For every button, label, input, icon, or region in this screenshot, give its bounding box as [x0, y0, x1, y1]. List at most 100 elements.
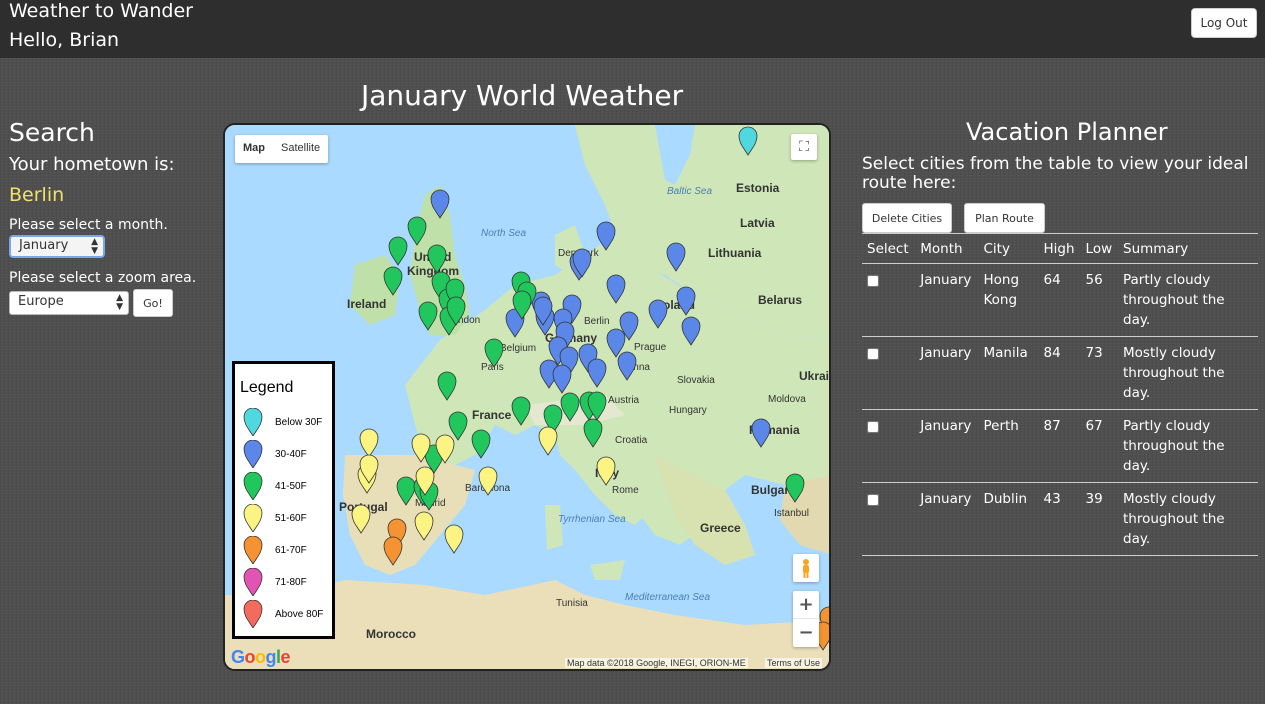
legend-item-label: Below 30F: [275, 417, 323, 428]
weather-marker[interactable]: [359, 428, 379, 458]
weather-marker[interactable]: [751, 418, 771, 448]
cell-city: Manila: [978, 336, 1039, 410]
top-navbar: Weather to Wander Hello, Brian Log Out: [0, 0, 1265, 58]
weather-marker[interactable]: [606, 274, 626, 304]
legend-item-label: 41-50F: [275, 481, 307, 492]
weather-marker[interactable]: [785, 473, 805, 503]
map-pin-icon: [243, 440, 263, 468]
cell-high: 84: [1038, 336, 1081, 410]
weather-marker[interactable]: [478, 466, 498, 496]
weather-marker[interactable]: [617, 351, 637, 381]
weather-marker[interactable]: [396, 476, 416, 506]
weather-map[interactable]: Baltic Sea North Sea Tyrrhenian Sea Medi…: [223, 123, 831, 671]
weather-marker[interactable]: [596, 456, 616, 486]
cell-high: 64: [1038, 263, 1081, 337]
legend-item-label: 71-80F: [275, 577, 307, 588]
map-pin-icon: [243, 472, 263, 500]
cell-month: January: [915, 336, 979, 410]
cell-high: 43: [1038, 482, 1081, 556]
map-pin-icon: [243, 600, 263, 628]
legend-item-label: 30-40F: [275, 449, 307, 460]
weather-marker[interactable]: [471, 429, 491, 459]
map-pin-icon: [243, 568, 263, 596]
map-attribution: Map data ©2018 Google, INEGI, ORION-ME: [565, 658, 748, 668]
cell-month: January: [915, 409, 979, 483]
cell-low: 39: [1080, 482, 1118, 556]
weather-marker[interactable]: [738, 126, 758, 156]
delete-cities-button[interactable]: Delete Cities: [862, 203, 952, 233]
weather-marker[interactable]: [676, 286, 696, 316]
weather-marker[interactable]: [648, 299, 668, 329]
weather-marker[interactable]: [427, 244, 447, 274]
map-terms-link[interactable]: Terms of Use: [765, 658, 823, 668]
weather-marker[interactable]: [511, 396, 531, 426]
weather-marker[interactable]: [388, 236, 408, 266]
logout-button[interactable]: Log Out: [1191, 8, 1257, 38]
cell-city: Dublin: [978, 482, 1039, 556]
table-row: January Perth 87 67 Partly cloudy throug…: [862, 409, 1258, 483]
table-header-row: Select Month City High Low Summary: [862, 233, 1258, 264]
cell-summary: Mostly cloudy throughout the day.: [1118, 336, 1258, 410]
search-title: Search: [9, 118, 95, 147]
map-pin-icon: [243, 504, 263, 532]
legend-item-label: Above 80F: [275, 609, 324, 620]
hometown-value: Berlin: [9, 184, 65, 206]
weather-marker[interactable]: [414, 511, 434, 541]
weather-marker[interactable]: [351, 504, 371, 534]
weather-marker[interactable]: [583, 418, 603, 448]
google-logo[interactable]: Google: [231, 647, 291, 668]
row-select-checkbox[interactable]: [867, 348, 879, 360]
weather-marker[interactable]: [666, 242, 686, 272]
weather-marker[interactable]: [448, 411, 468, 441]
row-select-checkbox[interactable]: [867, 421, 879, 433]
month-label: Please select a month.: [9, 217, 168, 233]
weather-marker[interactable]: [596, 221, 616, 251]
weather-marker[interactable]: [418, 301, 438, 331]
cell-summary: Partly cloudy throughout the day.: [1118, 263, 1258, 337]
map-legend: Legend Below 30F 30-40F 41-50F 51-60F 61…: [232, 361, 335, 639]
row-select-checkbox[interactable]: [867, 275, 879, 287]
weather-marker[interactable]: [437, 371, 457, 401]
cell-low: 73: [1080, 336, 1118, 410]
table-row: January Dublin 43 39 Mostly cloudy throu…: [862, 482, 1258, 556]
weather-marker[interactable]: [560, 392, 580, 422]
weather-marker[interactable]: [407, 216, 427, 246]
select-arrows-icon: ▲ ▼: [91, 237, 98, 256]
row-select-checkbox[interactable]: [867, 494, 879, 506]
legend-item: 71-80F: [243, 568, 335, 598]
map-type-map-button[interactable]: Map: [235, 135, 273, 163]
legend-item: 61-70F: [243, 536, 335, 566]
map-type-satellite-button[interactable]: Satellite: [273, 135, 328, 163]
month-select[interactable]: January ▲ ▼: [9, 235, 105, 258]
weather-marker[interactable]: [587, 358, 607, 388]
cities-table: Select Month City High Low Summary Janua…: [862, 233, 1258, 556]
weather-marker[interactable]: [383, 266, 403, 296]
weather-marker[interactable]: [606, 328, 626, 358]
legend-item-label: 61-70F: [275, 545, 307, 556]
weather-marker[interactable]: [552, 364, 572, 394]
weather-marker[interactable]: [383, 536, 403, 566]
column-header-city: City: [978, 233, 1039, 264]
table-row: January Hong Kong 64 56 Partly cloudy th…: [862, 263, 1258, 337]
column-header-low: Low: [1080, 233, 1118, 264]
street-view-pegman-icon[interactable]: [793, 554, 819, 582]
zoom-area-select[interactable]: Europe ▲ ▼: [9, 291, 129, 315]
weather-marker[interactable]: [538, 426, 558, 456]
go-button[interactable]: Go!: [133, 289, 173, 317]
legend-item: 41-50F: [243, 472, 335, 502]
legend-item: Above 80F: [243, 600, 335, 630]
column-header-high: High: [1038, 233, 1081, 264]
weather-marker[interactable]: [430, 189, 450, 219]
zoom-in-button[interactable]: +: [793, 591, 819, 619]
fullscreen-icon[interactable]: ⛶: [791, 134, 817, 160]
weather-marker[interactable]: [484, 338, 504, 368]
legend-item: 51-60F: [243, 504, 335, 534]
cell-high: 87: [1038, 409, 1081, 483]
map-pin-icon: [243, 408, 263, 436]
zoom-control: + −: [793, 591, 819, 647]
weather-marker[interactable]: [681, 316, 701, 346]
column-header-summary: Summary: [1118, 233, 1258, 264]
plan-route-button[interactable]: Plan Route: [964, 203, 1045, 233]
zoom-out-button[interactable]: −: [793, 619, 819, 647]
weather-marker[interactable]: [444, 524, 464, 554]
